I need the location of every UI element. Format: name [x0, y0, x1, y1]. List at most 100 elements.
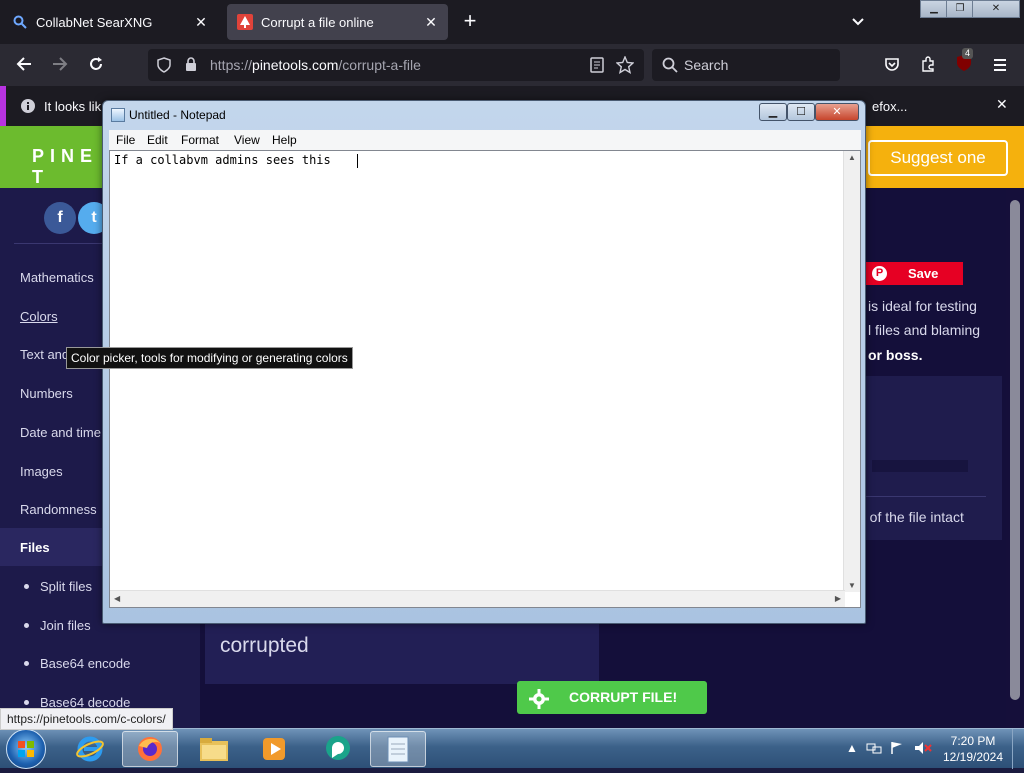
option-text: d of the file intact [858, 509, 964, 525]
search-placeholder: Search [684, 57, 729, 73]
url-bar[interactable]: https://pinetools.com/corrupt-a-file [148, 49, 644, 81]
description-line-3: or boss. [868, 347, 923, 363]
close-icon[interactable]: ✕ [996, 96, 1008, 113]
reload-icon[interactable] [82, 52, 110, 80]
start-button[interactable] [6, 729, 46, 769]
sidebar-item-colors[interactable]: Colors [20, 309, 58, 324]
shield-icon[interactable] [156, 57, 172, 78]
clock[interactable]: 7:20 PM 12/19/2024 [940, 733, 1006, 765]
minimize-window-button[interactable]: ▁ [920, 0, 948, 18]
tab-corrupt-file[interactable]: Corrupt a file online ✕ [227, 4, 448, 40]
notepad-taskbar-icon[interactable] [370, 731, 426, 767]
volume-muted-icon[interactable] [914, 741, 932, 758]
sidebar-item-numbers[interactable]: Numbers [20, 386, 73, 401]
corrupt-file-button[interactable]: CORRUPT FILE! [517, 681, 707, 714]
pocket-icon[interactable] [878, 52, 906, 80]
sidebar-item-text[interactable]: Text and [20, 347, 69, 362]
scroll-left-icon[interactable]: ◀ [114, 594, 120, 603]
tooltip: Color picker, tools for modifying or gen… [66, 347, 353, 369]
menu-file[interactable]: File [116, 133, 135, 147]
search-icon [662, 57, 678, 76]
menu-format[interactable]: Format [181, 133, 219, 147]
chevron-down-icon[interactable] [846, 10, 870, 34]
restore-window-button[interactable]: ❐ [946, 0, 974, 18]
show-hidden-icons-icon[interactable]: ▲ [846, 741, 858, 755]
tab-label: CollabNet SearXNG [36, 14, 153, 30]
reader-view-icon[interactable] [590, 57, 604, 78]
corrupted-label: corrupted [220, 634, 309, 657]
sidebar-item-randomness[interactable]: Randomness [20, 502, 97, 517]
vertical-scrollbar[interactable]: ▲ ▼ [843, 151, 860, 592]
clock-date: 12/19/2024 [942, 750, 1004, 764]
taskbar: ▲ 7:20 PM 12/19/2024 [0, 728, 1024, 769]
new-tab-icon[interactable]: + [458, 10, 482, 34]
notepad-icon [111, 108, 125, 122]
clock-time: 7:20 PM [950, 734, 996, 748]
file-explorer-icon[interactable] [186, 731, 242, 767]
sidebar-subitem-base64-encode[interactable]: Base64 encode [40, 656, 130, 671]
corrupted-output-box: corrupted [205, 624, 599, 684]
media-player-icon[interactable] [246, 731, 302, 767]
suggest-button[interactable]: Suggest one [868, 140, 1008, 176]
gear-icon [529, 688, 549, 721]
page-scrollbar-thumb[interactable] [1010, 200, 1020, 700]
bookmark-star-icon[interactable] [615, 55, 635, 79]
text-caret [357, 154, 358, 168]
description-line-2: l files and blaming [868, 322, 981, 338]
maximize-button[interactable]: ☐ [787, 103, 815, 121]
minimize-button[interactable]: ▁ [759, 103, 787, 121]
sidebar-item-images[interactable]: Images [20, 464, 63, 479]
menu-view[interactable]: View [234, 133, 260, 147]
menu-help[interactable]: Help [272, 133, 297, 147]
scroll-right-icon[interactable]: ▶ [835, 594, 841, 603]
menu-edit[interactable]: Edit [147, 133, 168, 147]
notepad-content: If a collabvm admins sees this [114, 153, 331, 167]
site-logo[interactable]: PINE T [0, 126, 110, 188]
close-icon[interactable]: ✕ [192, 13, 210, 31]
hamburger-menu-icon[interactable] [986, 52, 1014, 80]
tab-searxng[interactable]: CollabNet SearXNG ✕ [2, 4, 218, 40]
sidebar-subitem-split-files[interactable]: Split files [40, 579, 92, 594]
notification-text-end: efox... [872, 99, 908, 114]
close-window-button[interactable]: ✕ [972, 0, 1020, 18]
scroll-down-icon[interactable]: ▼ [848, 581, 856, 590]
network-icon[interactable] [866, 741, 882, 758]
sidebar-subitem-join-files[interactable]: Join files [40, 618, 91, 633]
internet-explorer-icon[interactable] [62, 731, 118, 767]
sidebar-item-date-time[interactable]: Date and time [20, 425, 101, 440]
notepad-title: Untitled - Notepad [129, 108, 226, 122]
ublock-icon[interactable]: 4 [950, 48, 978, 80]
info-icon [20, 98, 36, 117]
action-center-flag-icon[interactable] [890, 741, 904, 758]
browser-nav-bar: https://pinetools.com/corrupt-a-file Sea… [0, 44, 1024, 86]
bullet [24, 700, 29, 705]
sidebar-item-files[interactable]: Files [20, 540, 50, 555]
show-desktop-button[interactable] [1012, 729, 1024, 769]
facebook-icon[interactable]: f [44, 202, 76, 234]
notepad-menu-bar: File Edit Format View Help [109, 130, 861, 150]
chat-app-icon[interactable] [310, 731, 366, 767]
description-line-1: is ideal for testing [868, 298, 977, 314]
options-panel: d of the file intact [852, 376, 1002, 540]
notepad-text-area[interactable]: If a collabvm admins sees this ▲ ▼ ◀ ▶ [109, 150, 861, 608]
bullet [24, 584, 29, 589]
search-bar[interactable]: Search [652, 49, 840, 81]
firefox-icon[interactable] [122, 731, 178, 767]
bullet [24, 661, 29, 666]
windows-logo-icon [18, 741, 34, 757]
forward-arrow-icon[interactable] [46, 52, 74, 80]
horizontal-scrollbar[interactable]: ◀ ▶ [110, 590, 845, 607]
url-text[interactable]: https://pinetools.com/corrupt-a-file [210, 57, 421, 73]
close-icon[interactable]: ✕ [422, 13, 440, 31]
pinterest-save-button[interactable]: P Save [866, 262, 963, 285]
back-arrow-icon[interactable] [10, 52, 38, 80]
lock-icon[interactable] [184, 56, 198, 77]
extension-badge: 4 [962, 48, 974, 59]
scroll-up-icon[interactable]: ▲ [848, 153, 856, 162]
pinterest-icon: P [872, 266, 887, 281]
search-icon [12, 14, 28, 30]
close-button[interactable]: ✕ [815, 103, 859, 121]
extensions-puzzle-icon[interactable] [914, 52, 942, 80]
sidebar-item-mathematics[interactable]: Mathematics [20, 270, 94, 285]
status-url: https://pinetools.com/c-colors/ [0, 708, 173, 730]
